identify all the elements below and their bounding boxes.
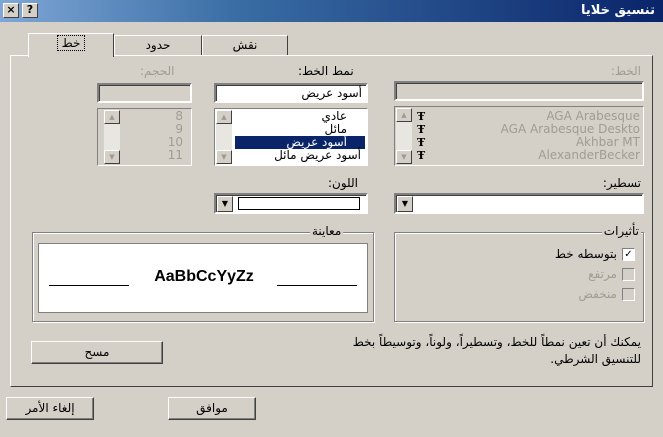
clear-button[interactable]: مسح — [31, 341, 163, 364]
size-label: الحجم: — [140, 64, 175, 78]
scroll-down-arrow-icon[interactable]: ▼ — [396, 150, 412, 164]
size-input[interactable] — [97, 83, 192, 103]
tab-font-label: خط — [56, 35, 86, 51]
color-combobox[interactable]: ▼ — [214, 193, 368, 214]
tab-font[interactable]: خط — [28, 33, 114, 57]
tab-border[interactable]: حدود — [114, 35, 202, 55]
scroll-up-arrow-icon[interactable]: ▲ — [396, 108, 412, 122]
truetype-font-icon: Ŧ — [417, 123, 426, 136]
font-style-input[interactable]: أسود عريض — [214, 83, 368, 103]
subscript-checkbox[interactable] — [622, 288, 635, 301]
font-label: الخط: — [610, 64, 641, 78]
truetype-font-icon: Ŧ — [417, 149, 426, 162]
dropdown-arrow-icon[interactable]: ▼ — [397, 196, 413, 212]
font-name-list[interactable]: ▲ ▼ Ŧ AGA Arabesque Ŧ AGA Arabesque Desk… — [394, 106, 644, 166]
title-bar: × ? تنسيق خلايا — [0, 0, 663, 22]
tab-patterns-label: نقش — [232, 38, 258, 52]
dropdown-arrow-icon[interactable]: ▼ — [217, 196, 233, 212]
preview-box: AaBbCcYyZz — [38, 243, 368, 313]
superscript-label: مرتفع — [588, 267, 617, 281]
ok-button[interactable]: موافق — [168, 397, 256, 420]
preview-text: AaBbCcYyZz — [154, 268, 254, 285]
superscript-checkbox[interactable] — [622, 268, 635, 281]
scroll-down-arrow-icon[interactable]: ▼ — [216, 150, 232, 164]
close-button[interactable]: × — [3, 3, 19, 18]
color-swatch — [238, 197, 360, 210]
tab-border-label: حدود — [145, 38, 171, 52]
strikethrough-label: بتوسطه خط — [554, 247, 617, 261]
style-list-scrollbar[interactable]: ▲ ▼ — [216, 110, 232, 164]
window-title: تنسيق خلايا — [581, 3, 655, 18]
effects-label: تأثيرات — [601, 224, 641, 238]
underline-label: تسطير: — [602, 176, 641, 190]
truetype-font-icon: Ŧ — [417, 136, 426, 149]
color-label: اللون: — [328, 176, 359, 190]
size-list-scrollbar[interactable]: ▲ ▼ — [104, 110, 120, 164]
scroll-up-arrow-icon[interactable]: ▲ — [104, 110, 120, 124]
list-item[interactable]: أسود عريض مائل — [235, 149, 365, 162]
font-list-scrollbar[interactable]: ▲ ▼ — [396, 108, 412, 164]
underline-combobox[interactable]: ▼ — [394, 193, 644, 214]
help-button[interactable]: ? — [22, 3, 38, 18]
list-item[interactable]: Ŧ AlexanderBecker — [415, 149, 640, 163]
size-list[interactable]: ▲ ▼ 8 9 10 11 — [97, 108, 192, 166]
truetype-font-icon: Ŧ — [417, 110, 426, 123]
tab-patterns[interactable]: نقش — [202, 35, 288, 55]
font-name-input[interactable] — [394, 81, 644, 101]
cancel-button[interactable]: إلغاء الأمر — [6, 397, 94, 420]
preview-label: معاينة — [310, 224, 344, 238]
subscript-label: منخفض — [578, 287, 617, 301]
info-text-line1: يمكنك أن تعين نمطاً للخط، وتسطيراً، ولون… — [352, 335, 641, 349]
font-style-list[interactable]: ▲ ▼ عادي مائل أسود عريض أسود عريض مائل — [214, 108, 368, 166]
strikethrough-checkbox[interactable]: ✓ — [622, 248, 635, 261]
info-text-line2: للتنسيق الشرطي. — [550, 352, 641, 366]
scroll-up-arrow-icon[interactable]: ▲ — [216, 110, 232, 124]
font-style-label: نمط الخط: — [298, 64, 354, 78]
scroll-down-arrow-icon[interactable]: ▼ — [104, 150, 120, 164]
list-item[interactable]: 11 — [128, 149, 183, 162]
